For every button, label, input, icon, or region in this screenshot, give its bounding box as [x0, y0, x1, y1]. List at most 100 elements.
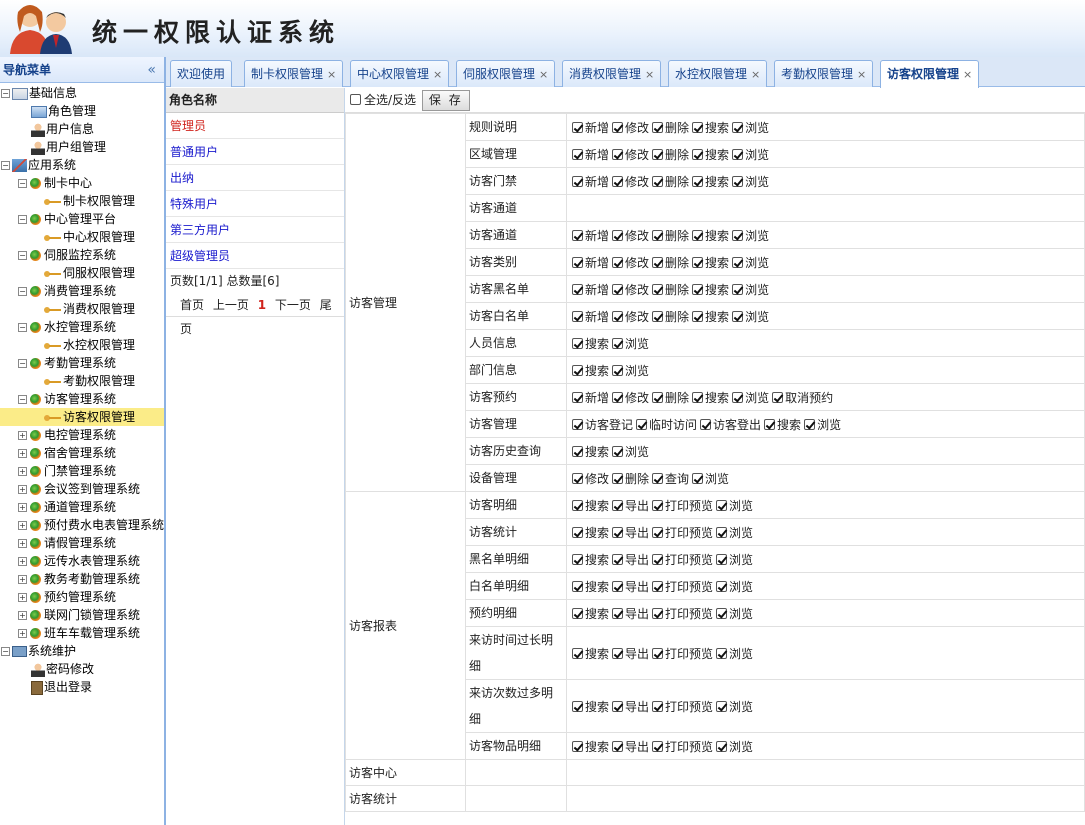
sidebar-item[interactable]: 用户组管理	[0, 138, 164, 156]
permission-checkbox[interactable]	[692, 229, 704, 241]
sidebar-item[interactable]: − 制卡中心	[0, 174, 164, 192]
close-icon[interactable]: ×	[433, 68, 442, 81]
tab[interactable]: 水控权限管理 ×	[668, 60, 768, 87]
tab[interactable]: 欢迎使用	[170, 60, 233, 87]
permission-checkbox[interactable]	[572, 310, 583, 322]
permission-checkbox[interactable]	[612, 256, 624, 268]
sidebar-item[interactable]: − 访客管理系统	[0, 390, 164, 408]
permission-checkbox[interactable]	[572, 418, 583, 430]
permission-checkbox[interactable]	[612, 647, 624, 659]
permission-checkbox[interactable]	[716, 499, 728, 511]
permission-checkbox[interactable]	[716, 607, 728, 619]
permission-checkbox[interactable]	[572, 499, 583, 511]
sidebar-item[interactable]: 退出登录	[0, 678, 164, 696]
close-icon[interactable]: ×	[963, 68, 972, 81]
permission-checkbox[interactable]	[572, 256, 583, 268]
permission-checkbox[interactable]	[612, 175, 624, 187]
permission-checkbox[interactable]	[764, 418, 776, 430]
expand-node-icon[interactable]: +	[18, 629, 27, 638]
sidebar-item[interactable]: − 消费管理系统	[0, 282, 164, 300]
permission-checkbox[interactable]	[692, 256, 704, 268]
expand-node-icon[interactable]: +	[18, 593, 27, 602]
sidebar-item[interactable]: + 预付费水电表管理系统	[0, 516, 164, 534]
permission-checkbox[interactable]	[732, 121, 744, 133]
sidebar-item[interactable]: + 通道管理系统	[0, 498, 164, 516]
sidebar-item[interactable]: 伺服权限管理	[0, 264, 164, 282]
collapse-node-icon[interactable]: −	[18, 395, 27, 404]
close-icon[interactable]: ×	[645, 68, 654, 81]
permission-checkbox[interactable]	[652, 121, 664, 133]
sidebar-item[interactable]: + 预约管理系统	[0, 588, 164, 606]
pager-next[interactable]: 下一页	[275, 298, 311, 312]
sidebar-item[interactable]: 考勤权限管理	[0, 372, 164, 390]
expand-node-icon[interactable]: +	[18, 611, 27, 620]
sidebar-item[interactable]: + 联网门锁管理系统	[0, 606, 164, 624]
permission-checkbox[interactable]	[612, 283, 624, 295]
tab[interactable]: 消费权限管理 ×	[562, 60, 662, 87]
save-button[interactable]: 保 存	[421, 90, 470, 111]
permission-checkbox[interactable]	[716, 740, 728, 752]
permission-checkbox[interactable]	[652, 148, 664, 160]
permission-checkbox[interactable]	[612, 740, 624, 752]
tab[interactable]: 中心权限管理 ×	[350, 60, 450, 87]
pager-first[interactable]: 首页	[180, 298, 204, 312]
role-item[interactable]: 管理员	[166, 113, 344, 139]
permission-checkbox[interactable]	[652, 526, 664, 538]
permission-checkbox[interactable]	[652, 580, 664, 592]
sidebar-item[interactable]: − 水控管理系统	[0, 318, 164, 336]
permission-checkbox[interactable]	[652, 283, 664, 295]
expand-node-icon[interactable]: +	[18, 485, 27, 494]
permission-checkbox[interactable]	[716, 647, 728, 659]
sidebar-item[interactable]: 访客权限管理	[0, 408, 164, 426]
permission-checkbox[interactable]	[572, 526, 583, 538]
close-icon[interactable]: ×	[857, 68, 866, 81]
permission-checkbox[interactable]	[652, 175, 664, 187]
collapse-node-icon[interactable]: −	[18, 179, 27, 188]
collapse-icon[interactable]: «	[147, 57, 156, 83]
sidebar-item[interactable]: 用户信息	[0, 120, 164, 138]
permission-checkbox[interactable]	[652, 647, 664, 659]
permission-checkbox[interactable]	[612, 472, 624, 484]
permission-checkbox[interactable]	[652, 700, 664, 712]
permission-checkbox[interactable]	[692, 283, 704, 295]
sidebar-item[interactable]: 制卡权限管理	[0, 192, 164, 210]
permission-checkbox[interactable]	[652, 607, 664, 619]
permission-checkbox[interactable]	[692, 310, 704, 322]
permission-checkbox[interactable]	[652, 740, 664, 752]
permission-checkbox[interactable]	[572, 607, 583, 619]
permission-checkbox[interactable]	[572, 337, 583, 349]
sidebar-item[interactable]: − 系统维护	[0, 642, 164, 660]
sidebar-item[interactable]: − 基础信息	[0, 84, 164, 102]
sidebar-item[interactable]: 密码修改	[0, 660, 164, 678]
sidebar-item[interactable]: + 远传水表管理系统	[0, 552, 164, 570]
permission-checkbox[interactable]	[700, 418, 712, 430]
pager-prev[interactable]: 上一页	[213, 298, 249, 312]
permission-checkbox[interactable]	[612, 364, 624, 376]
permission-checkbox[interactable]	[572, 553, 583, 565]
permission-checkbox[interactable]	[652, 229, 664, 241]
permission-checkbox[interactable]	[732, 310, 744, 322]
role-item[interactable]: 特殊用户	[166, 191, 344, 217]
permission-checkbox[interactable]	[572, 445, 583, 457]
permission-checkbox[interactable]	[612, 580, 624, 592]
permission-checkbox[interactable]	[572, 472, 583, 484]
permission-checkbox[interactable]	[732, 256, 744, 268]
permission-checkbox[interactable]	[652, 472, 664, 484]
expand-node-icon[interactable]: +	[18, 449, 27, 458]
permission-checkbox[interactable]	[612, 445, 624, 457]
permission-checkbox[interactable]	[572, 148, 583, 160]
sidebar-item[interactable]: + 教务考勤管理系统	[0, 570, 164, 588]
permission-checkbox[interactable]	[716, 553, 728, 565]
collapse-node-icon[interactable]: −	[18, 287, 27, 296]
permission-checkbox[interactable]	[572, 364, 583, 376]
sidebar-item[interactable]: + 班车车载管理系统	[0, 624, 164, 642]
permission-checkbox[interactable]	[716, 580, 728, 592]
permission-checkbox[interactable]	[612, 700, 624, 712]
permission-checkbox[interactable]	[572, 229, 583, 241]
permission-checkbox[interactable]	[692, 121, 704, 133]
permission-checkbox[interactable]	[612, 229, 624, 241]
permission-checkbox[interactable]	[772, 391, 784, 403]
permission-checkbox[interactable]	[692, 391, 704, 403]
permission-checkbox[interactable]	[732, 283, 744, 295]
permission-checkbox[interactable]	[636, 418, 648, 430]
